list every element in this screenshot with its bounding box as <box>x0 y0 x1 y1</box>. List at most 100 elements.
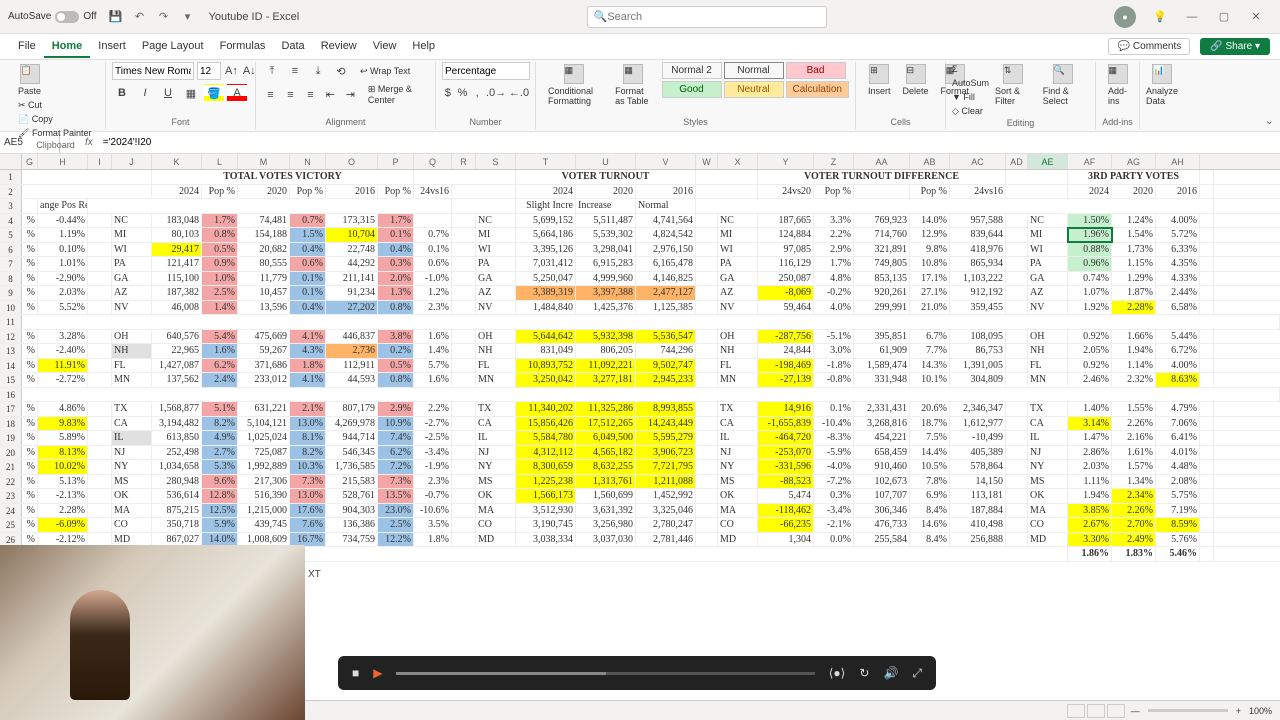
cell[interactable]: 5.89% <box>38 431 88 445</box>
cell[interactable] <box>1200 257 1214 271</box>
cell[interactable]: 8,993,855 <box>636 402 696 416</box>
cell[interactable]: IL <box>476 431 516 445</box>
minimize-icon[interactable]: — <box>1176 3 1208 31</box>
cell[interactable]: 5.13% <box>38 475 88 489</box>
cell[interactable]: IL <box>112 431 152 445</box>
cell[interactable]: VOTER TURNOUT <box>516 170 696 184</box>
cell[interactable]: 6.72% <box>1156 344 1200 358</box>
cell[interactable]: 2.28% <box>38 504 88 518</box>
cell[interactable] <box>22 199 38 213</box>
cell[interactable]: 516,390 <box>238 489 290 503</box>
cell[interactable]: -2.7% <box>414 417 452 431</box>
cell[interactable]: 11,340,202 <box>516 402 576 416</box>
cell[interactable]: 21.0% <box>910 301 950 315</box>
cell[interactable]: 0.74% <box>1068 272 1112 286</box>
format-as-table-button[interactable]: ▦Format as Table <box>609 62 657 108</box>
cell[interactable]: 1.5% <box>290 228 326 242</box>
cell[interactable]: NY <box>112 460 152 474</box>
cell[interactable]: 7.8% <box>910 475 950 489</box>
cell[interactable]: 8.4% <box>910 533 950 547</box>
cell[interactable]: -8.3% <box>814 431 854 445</box>
cell[interactable]: MN <box>1028 373 1068 387</box>
cell[interactable]: -5.1% <box>814 330 854 344</box>
cell[interactable]: 17.1% <box>910 272 950 286</box>
cell[interactable] <box>452 228 476 242</box>
cell[interactable]: 11,092,221 <box>576 359 636 373</box>
cell[interactable]: 418,976 <box>950 243 1006 257</box>
cell[interactable]: -8,069 <box>758 286 814 300</box>
cell[interactable] <box>88 431 112 445</box>
cell[interactable]: GA <box>112 272 152 286</box>
cell[interactable]: 2,780,247 <box>636 518 696 532</box>
fullscreen-exit-icon[interactable]: ⤢ <box>912 666 922 681</box>
col-header-Q[interactable]: Q <box>414 154 452 169</box>
cell[interactable]: 536,614 <box>152 489 202 503</box>
cell[interactable]: TX <box>1028 402 1068 416</box>
cell[interactable]: 658,459 <box>854 446 910 460</box>
cell[interactable]: 29,417 <box>152 243 202 257</box>
cell[interactable]: PA <box>112 257 152 271</box>
cell[interactable]: NC <box>112 214 152 228</box>
cell[interactable]: 2,781,446 <box>636 533 696 547</box>
cell[interactable]: % <box>22 460 38 474</box>
cell[interactable]: -3.4% <box>814 504 854 518</box>
cell[interactable]: % <box>22 286 38 300</box>
cell[interactable] <box>1006 518 1028 532</box>
cell[interactable]: WI <box>476 243 516 257</box>
cell[interactable]: GA <box>476 272 516 286</box>
cell[interactable]: -0.8% <box>814 373 854 387</box>
cell[interactable]: NV <box>112 301 152 315</box>
cell[interactable]: 2020 <box>238 185 290 199</box>
cell[interactable]: FL <box>718 359 758 373</box>
align-bottom-icon[interactable]: ⤓ <box>308 62 328 80</box>
paste-button[interactable]: 📋Paste <box>12 62 47 98</box>
cell[interactable] <box>696 228 718 242</box>
cell[interactable]: -66,235 <box>758 518 814 532</box>
cell[interactable]: Pop % <box>202 185 238 199</box>
cell[interactable]: IL <box>1028 431 1068 445</box>
cell[interactable]: 3,325,046 <box>636 504 696 518</box>
col-header-Y[interactable]: Y <box>758 154 814 169</box>
cell[interactable]: 14.6% <box>910 518 950 532</box>
increase-indent-icon[interactable]: ⇥ <box>342 86 359 104</box>
cell[interactable]: 6.41% <box>1156 431 1200 445</box>
col-header-J[interactable]: J <box>112 154 152 169</box>
normal-view-icon[interactable] <box>1067 704 1085 718</box>
cell[interactable]: 14,150 <box>950 475 1006 489</box>
loop-icon[interactable]: ↻ <box>859 666 869 680</box>
cell[interactable]: 233,012 <box>238 373 290 387</box>
cell[interactable] <box>1200 460 1214 474</box>
cell[interactable]: 1,304 <box>758 533 814 547</box>
cell[interactable]: 12.5% <box>202 504 238 518</box>
cell[interactable] <box>88 533 112 547</box>
cell[interactable]: PA <box>1028 257 1068 271</box>
cell[interactable]: NH <box>476 344 516 358</box>
cell[interactable]: GA <box>718 272 758 286</box>
cell[interactable]: 725,087 <box>238 446 290 460</box>
cell[interactable]: OH <box>112 330 152 344</box>
cell[interactable] <box>696 460 718 474</box>
cell[interactable]: 1,215,000 <box>238 504 290 518</box>
cell[interactable] <box>452 272 476 286</box>
cell[interactable]: 2.26% <box>1112 504 1156 518</box>
cell[interactable]: 3,190,745 <box>516 518 576 532</box>
cell[interactable]: MI <box>718 228 758 242</box>
worksheet-grid[interactable]: GHIJKLMNOPQRSTUVWXYZAAABACADAEAFAGAH 1TO… <box>0 154 1280 562</box>
cell[interactable]: 1,225,238 <box>516 475 576 489</box>
cell[interactable]: 3,194,482 <box>152 417 202 431</box>
search-box[interactable]: 🔍 <box>587 6 827 28</box>
cell[interactable]: 80,555 <box>238 257 290 271</box>
cell[interactable]: 2.46% <box>1068 373 1112 387</box>
cell[interactable]: AZ <box>718 286 758 300</box>
cell[interactable] <box>1200 489 1214 503</box>
cell[interactable]: 1.40% <box>1068 402 1112 416</box>
autosum-button[interactable]: Σ AutoSum <box>952 62 989 90</box>
cell[interactable]: 2.49% <box>1112 533 1156 547</box>
cell[interactable]: Pop % <box>814 185 854 199</box>
cell[interactable]: 1.7% <box>378 214 414 228</box>
sort-filter-button[interactable]: ⇅Sort & Filter <box>989 62 1037 118</box>
cell[interactable]: 0.92% <box>1068 359 1112 373</box>
cell[interactable]: % <box>22 475 38 489</box>
conditional-formatting-button[interactable]: ▦Conditional Formatting <box>542 62 605 108</box>
row-header[interactable]: 18 <box>0 417 22 431</box>
